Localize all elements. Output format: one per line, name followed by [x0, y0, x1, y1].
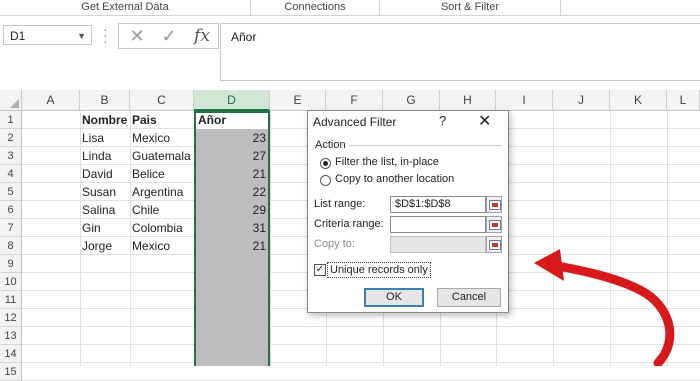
cell-pais[interactable]: Mexico — [132, 237, 170, 255]
name-box[interactable]: D1 ▼ — [3, 25, 92, 45]
header-anor[interactable]: Añor — [198, 111, 226, 129]
column-header-d[interactable]: D — [194, 90, 270, 111]
column-header-k[interactable]: K — [610, 90, 667, 111]
column-header-i[interactable]: I — [496, 90, 553, 111]
cell-nombre[interactable]: Salina — [82, 201, 115, 219]
cell-anor[interactable]: 27 — [196, 147, 266, 165]
ribbon-group-connections: Connections — [284, 1, 346, 13]
radio-filter-in-place[interactable] — [320, 158, 331, 169]
row-header[interactable]: 12 — [0, 309, 22, 327]
formula-input[interactable]: Añor — [220, 23, 700, 81]
close-icon[interactable]: ✕ — [478, 111, 491, 131]
row-header[interactable]: 13 — [0, 327, 22, 345]
copy-to-input — [390, 236, 486, 253]
cell-nombre[interactable]: Gin — [82, 219, 101, 237]
list-range-input[interactable]: $D$1:$D$8 — [390, 196, 486, 213]
cell-nombre[interactable]: Linda — [82, 147, 111, 165]
ribbon-group-get-external-data: Get External Data — [81, 1, 169, 13]
criteria-range-label: Criteria range: — [314, 218, 384, 230]
row-header[interactable]: 4 — [0, 165, 22, 183]
row-header[interactable]: 9 — [0, 255, 22, 273]
column-header-e[interactable]: E — [270, 90, 326, 111]
unique-records-checkbox[interactable]: ✓ — [314, 264, 326, 276]
row-header[interactable]: 14 — [0, 345, 22, 363]
ok-button[interactable]: OK — [364, 288, 424, 307]
column-header-b[interactable]: B — [80, 90, 130, 111]
cell-anor[interactable]: 21 — [196, 165, 266, 183]
radio-copy-to-location[interactable] — [320, 175, 331, 186]
collapse-dialog-icon[interactable] — [486, 196, 502, 213]
column-header-c[interactable]: C — [130, 90, 194, 111]
cell-anor[interactable]: 23 — [196, 129, 266, 147]
action-group-label: Action — [315, 139, 349, 151]
row-header[interactable]: 7 — [0, 219, 22, 237]
ribbon-group-sort-filter: Sort & Filter — [440, 1, 500, 13]
dialog-title: Advanced Filter — [313, 115, 397, 129]
cell-pais[interactable]: Guatemala — [132, 147, 191, 165]
column-header-h[interactable]: H — [440, 90, 496, 111]
cell-nombre[interactable]: Jorge — [82, 237, 112, 255]
column-header-a[interactable]: A — [22, 90, 80, 111]
cell-nombre[interactable]: Susan — [82, 183, 116, 201]
row-header[interactable]: 3 — [0, 147, 22, 165]
ribbon-separator — [560, 0, 561, 15]
cell-pais[interactable]: Argentina — [132, 183, 183, 201]
cell-nombre[interactable]: David — [82, 165, 113, 183]
cancel-button[interactable]: Cancel — [437, 288, 501, 307]
cell-anor[interactable]: 29 — [196, 201, 266, 219]
copy-to-label: Copy to: — [314, 238, 355, 250]
name-box-value: D1 — [10, 29, 26, 43]
enter-icon[interactable]: ✓ — [157, 24, 181, 48]
row-header[interactable]: 5 — [0, 183, 22, 201]
column-header-j[interactable]: J — [553, 90, 610, 111]
row-header[interactable]: 6 — [0, 201, 22, 219]
row-header[interactable]: 1 — [0, 111, 22, 129]
cell-anor[interactable]: 22 — [196, 183, 266, 201]
cell-pais[interactable]: Colombia — [132, 219, 183, 237]
grid-column-line — [80, 111, 81, 366]
radio-filter-in-place-label[interactable]: Filter the list, in-place — [335, 156, 439, 168]
cell-pais[interactable]: Chile — [132, 201, 159, 219]
collapse-dialog-icon — [486, 236, 502, 253]
row-header[interactable]: 2 — [0, 129, 22, 147]
criteria-range-input[interactable] — [390, 216, 486, 233]
help-icon[interactable]: ? — [439, 113, 446, 128]
annotation-arrow-icon — [534, 249, 675, 366]
collapse-dialog-icon[interactable] — [486, 216, 502, 233]
column-header-f[interactable]: F — [326, 90, 383, 111]
radio-copy-to-location-label[interactable]: Copy to another location — [335, 173, 454, 185]
header-pais[interactable]: Pais — [132, 111, 157, 129]
header-nombre[interactable]: Nombre — [82, 111, 127, 129]
ribbon-group-bar: Get External Data Connections Sort & Fil… — [0, 0, 700, 16]
row-header[interactable]: 10 — [0, 273, 22, 291]
formula-buttons: ✕ ✓ fx — [118, 23, 219, 49]
insert-function-icon[interactable]: fx — [189, 24, 215, 48]
cell-anor[interactable]: 31 — [196, 219, 266, 237]
list-range-label: List range: — [314, 198, 366, 210]
cell-nombre[interactable]: Lisa — [82, 129, 104, 147]
row-header[interactable]: 8 — [0, 237, 22, 255]
column-header-g[interactable]: G — [383, 90, 440, 111]
advanced-filter-dialog: Advanced Filter ? ✕ Action Filter the li… — [307, 110, 509, 313]
cell-pais[interactable]: Belice — [132, 165, 165, 183]
cancel-icon[interactable]: ✕ — [125, 24, 149, 48]
cell-pais[interactable]: Mexico — [132, 129, 170, 147]
cell-anor[interactable]: 21 — [196, 237, 266, 255]
grid-column-line — [270, 111, 271, 366]
grid-column-line — [130, 111, 131, 366]
unique-records-label[interactable]: Unique records only — [327, 262, 431, 278]
chevron-down-icon[interactable]: ▼ — [77, 26, 86, 46]
column-header-l[interactable]: L — [667, 90, 700, 111]
action-group — [314, 145, 502, 194]
row-header[interactable]: 11 — [0, 291, 22, 309]
formula-bar-grip[interactable]: · · · — [103, 22, 109, 48]
select-all-corner[interactable] — [0, 90, 22, 111]
